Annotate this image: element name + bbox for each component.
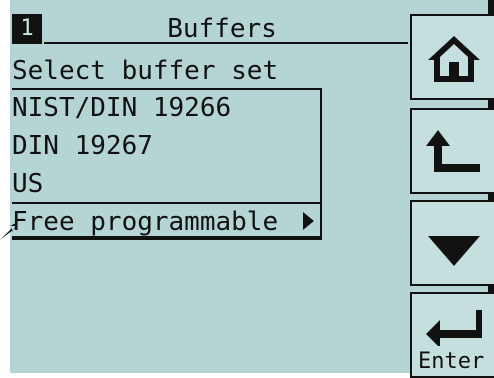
- return-arrow-icon: [426, 130, 480, 172]
- list-item-us[interactable]: US: [12, 166, 322, 202]
- subtitle: Select buffer set: [12, 56, 279, 86]
- list-item-label: Free programmable: [12, 207, 279, 237]
- left-bezel: [0, 0, 10, 378]
- enter-button[interactable]: Enter: [410, 292, 494, 378]
- buffer-set-list: NIST/DIN 19266 DIN 19267 US Free program…: [12, 88, 322, 240]
- back-button[interactable]: [410, 108, 494, 194]
- page-title: Buffers: [167, 14, 277, 44]
- list-item-free-programmable[interactable]: Free programmable: [12, 202, 322, 238]
- list-item-label: DIN 19267: [12, 131, 153, 161]
- submenu-arrow-icon: [303, 212, 314, 230]
- down-button[interactable]: [410, 200, 494, 286]
- list-item-label: NIST/DIN 19266: [12, 93, 232, 123]
- enter-icon: [426, 310, 482, 346]
- list-item-label: US: [12, 169, 44, 199]
- cursor-pointer-icon: [0, 222, 18, 240]
- down-arrow-icon: [428, 236, 480, 266]
- home-icon: [428, 36, 480, 82]
- list-item-nist-din-19266[interactable]: NIST/DIN 19266: [12, 90, 322, 126]
- home-button[interactable]: [410, 14, 494, 100]
- channel-badge: 1: [12, 14, 42, 44]
- title-underline: [44, 42, 408, 44]
- list-item-din-19267[interactable]: DIN 19267: [12, 128, 322, 164]
- title-bar: 1 Buffers: [12, 14, 408, 44]
- enter-label: Enter: [418, 349, 485, 374]
